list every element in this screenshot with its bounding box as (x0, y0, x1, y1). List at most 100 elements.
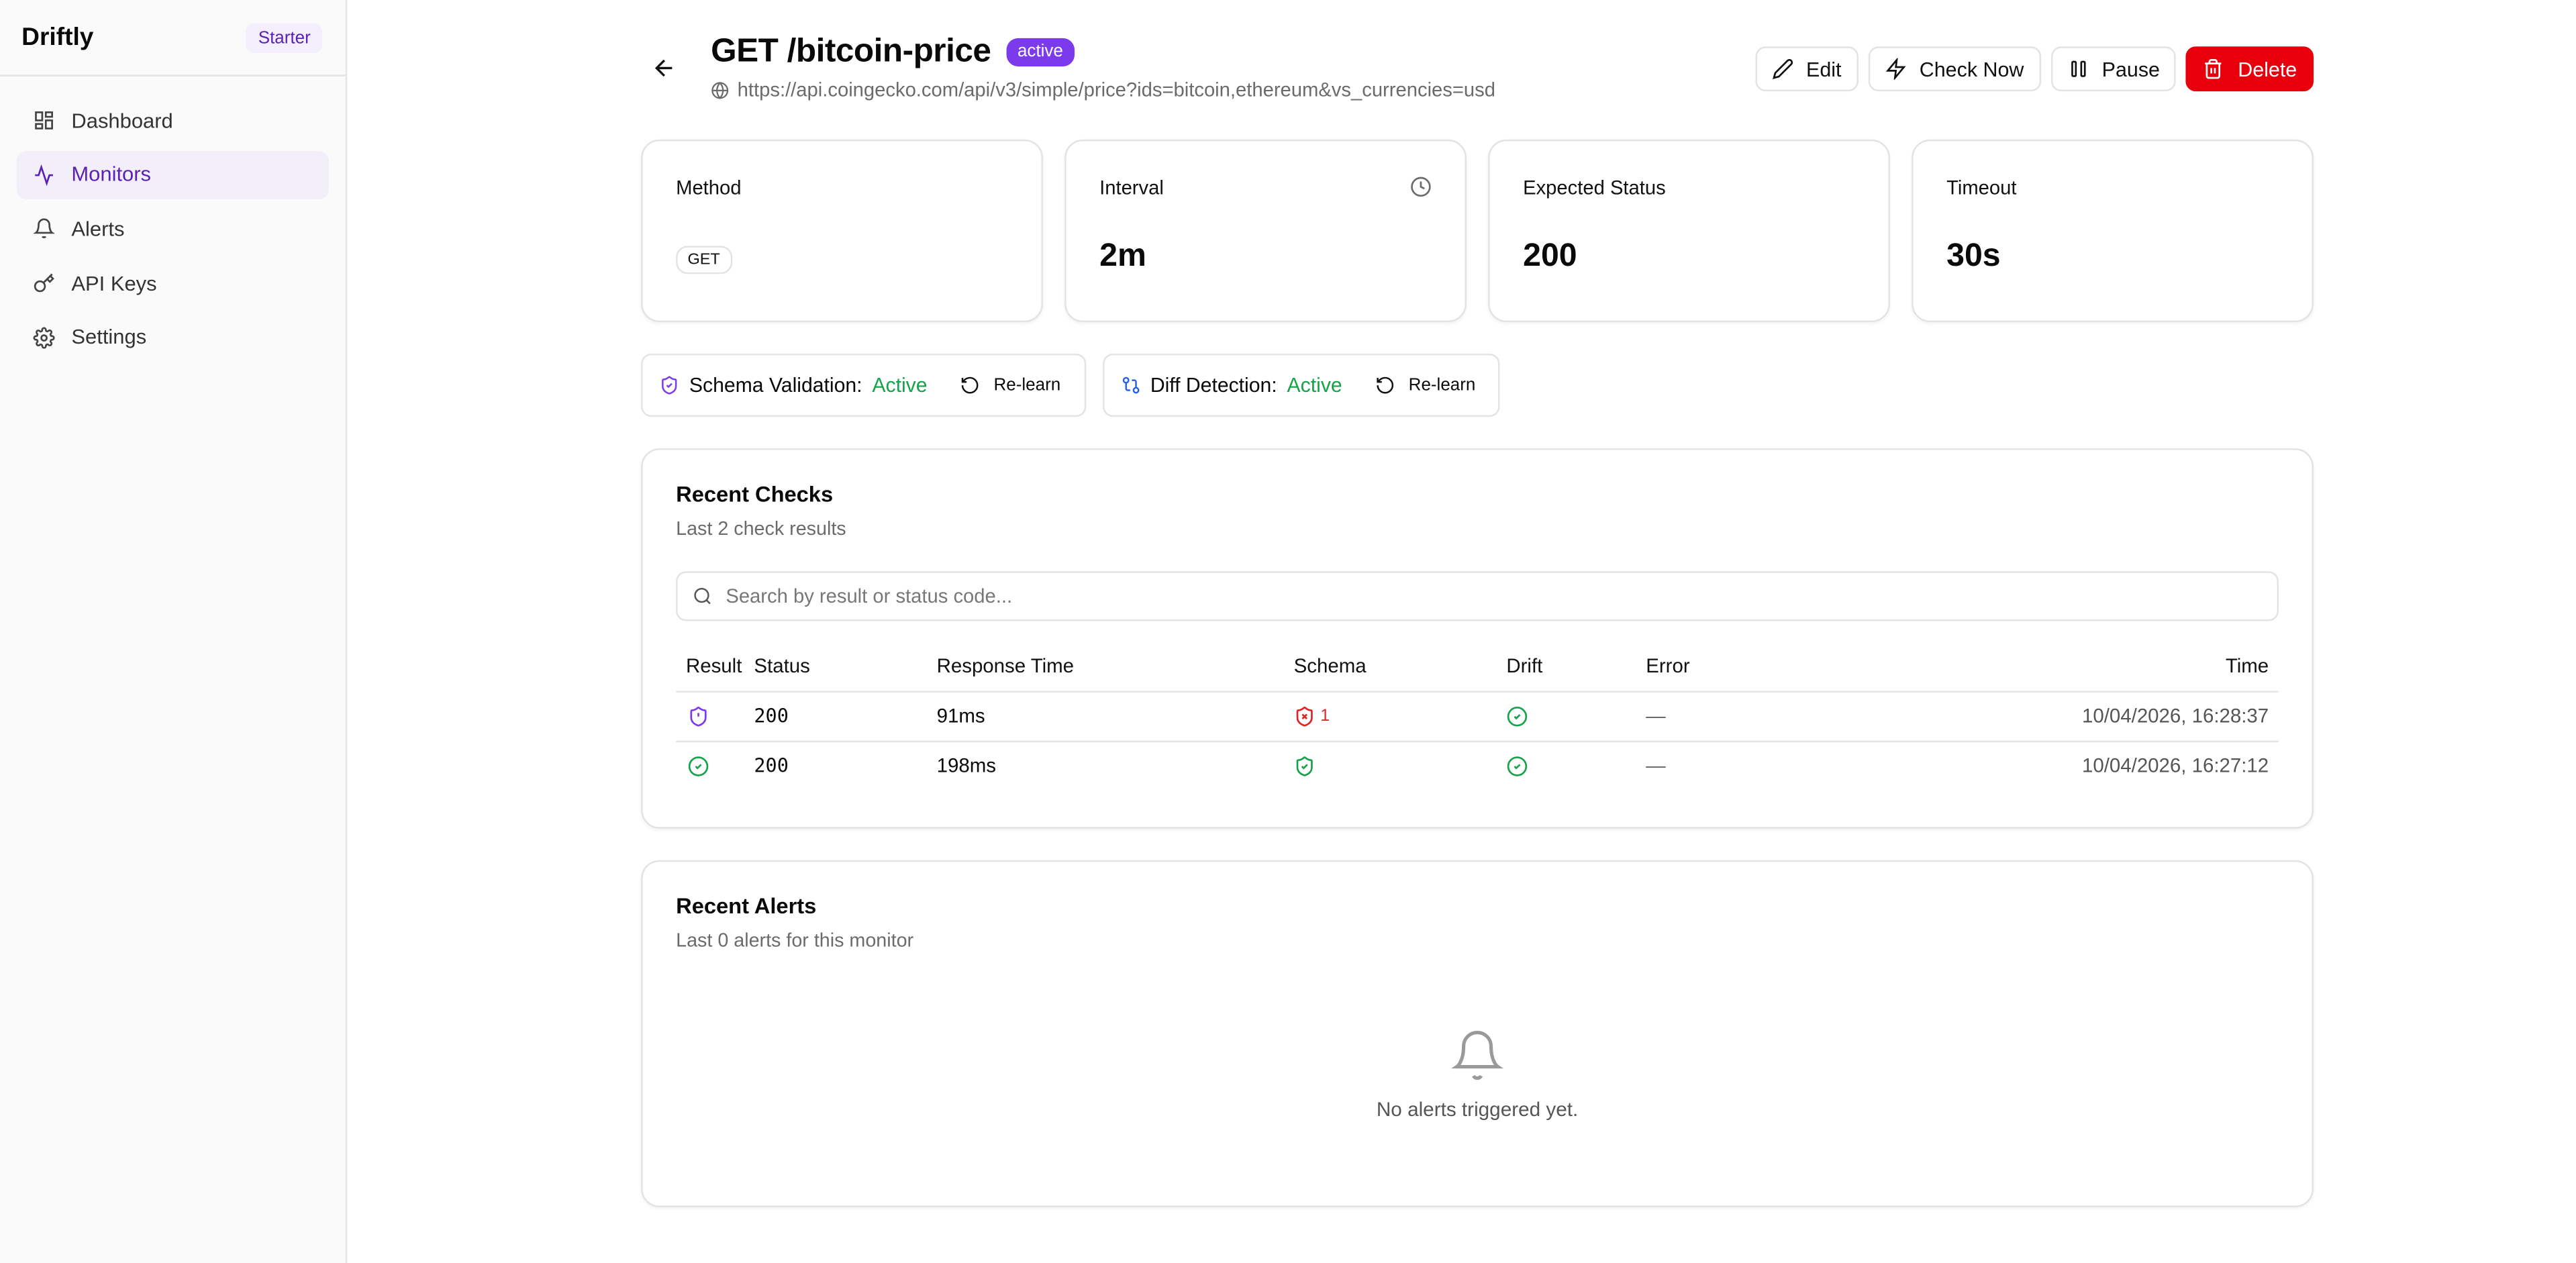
stat-value: 30s (1946, 237, 2001, 274)
check-circle-icon (1507, 757, 1528, 777)
stat-card-method: Method GET (641, 139, 1043, 323)
schema-validation-state: Active (872, 373, 928, 397)
error-cell: — (1646, 754, 1666, 778)
check-circle-icon (1507, 707, 1528, 727)
delete-button[interactable]: Delete (2186, 46, 2314, 92)
sidebar-item-dashboard[interactable]: Dashboard (17, 97, 329, 145)
gear-icon (33, 326, 55, 348)
column-header[interactable]: Result (676, 642, 754, 692)
schema-cell (1294, 741, 1507, 791)
response-time: 91ms (936, 691, 1294, 742)
check-now-button[interactable]: Check Now (1868, 46, 2041, 92)
pencil-icon (1771, 58, 1792, 80)
status-code: 200 (754, 754, 789, 778)
recent-alerts-panel: Recent Alerts Last 0 alerts for this mon… (641, 860, 2314, 1207)
activity-icon (35, 164, 53, 186)
sidebar-item-monitors[interactable]: Monitors (16, 150, 329, 199)
diff-detection-toggle: Diff Detection: Active Re-learn (1102, 354, 1501, 417)
sidebar-header: Driftly Starter (0, 0, 346, 77)
title-block: GET /bitcoin-price active https://api.co… (711, 33, 1495, 101)
stat-card-expected-status: Expected Status 200 (1488, 139, 1890, 323)
sidebar-item-api-keys[interactable]: API Keys (17, 259, 329, 307)
schema-validation-label: Schema Validation: (689, 373, 862, 397)
shield-warning-icon (690, 707, 707, 727)
diff-relearn-button[interactable]: Re-learn (1369, 375, 1482, 395)
schema-error-count: 1 (1320, 707, 1330, 726)
schema-validation-toggle: Schema Validation: Active Re-learn (641, 354, 1086, 417)
brand-logo[interactable]: Driftly (21, 23, 93, 52)
sidebar: Driftly Starter Dashboard Monitors Alert… (0, 0, 348, 1263)
refresh-icon (1377, 376, 1394, 394)
column-header[interactable]: Time (1761, 642, 2279, 692)
recent-checks-subtitle: Last 2 check results (676, 518, 846, 540)
check-now-label: Check Now (1919, 57, 2024, 81)
column-header[interactable]: Response Time (936, 642, 1294, 692)
stat-cards: Method GET Interval 2m Expected Status 2… (641, 139, 2314, 323)
pause-button[interactable]: Pause (2050, 46, 2177, 92)
stat-card-interval: Interval 2m (1064, 139, 1467, 323)
column-header[interactable]: Drift (1506, 642, 1646, 692)
table-header-row: Result Status Response Time Schema Drift… (676, 642, 2279, 692)
shield-x-icon (1296, 707, 1313, 727)
table-row[interactable]: 200 91ms 1 — 10/04/2026, 16:28:37 (676, 691, 2279, 742)
column-header[interactable]: Status (754, 642, 937, 692)
detection-toggles: Schema Validation: Active Re-learn Diff … (641, 354, 1501, 417)
recent-alerts-subtitle: Last 0 alerts for this monitor (676, 929, 914, 952)
bell-icon (33, 219, 55, 239)
trash-icon (2206, 58, 2222, 79)
recent-checks-panel: Recent Checks Last 2 check results Resul… (641, 448, 2314, 829)
edit-button[interactable]: Edit (1754, 46, 1859, 92)
stat-value: 2m (1099, 237, 1146, 274)
clock-icon (1411, 176, 1431, 197)
checks-search (676, 571, 2279, 621)
diff-icon (1122, 376, 1139, 394)
checks-table: Result Status Response Time Schema Drift… (676, 642, 2279, 791)
response-time: 198ms (936, 754, 996, 778)
stat-label: Timeout (1946, 176, 2017, 199)
column-header[interactable]: Error (1646, 642, 1762, 692)
recent-checks-title: Recent Checks (676, 481, 834, 507)
diff-detection-label: Diff Detection: (1150, 373, 1277, 397)
error-cell: — (1646, 691, 1762, 742)
search-input[interactable] (726, 585, 2263, 608)
page-title: GET /bitcoin-price (711, 33, 991, 70)
delete-label: Delete (2238, 57, 2297, 81)
empty-state: No alerts triggered yet. (676, 1028, 2279, 1121)
schema-cell: 1 (1293, 691, 1507, 742)
column-header[interactable]: Schema (1293, 642, 1507, 692)
refresh-icon (962, 376, 979, 394)
stat-value: 200 (1523, 237, 1577, 274)
table-row[interactable]: 200 198ms — 10/04/2026, 16:27:12 (676, 741, 2279, 791)
check-time: 10/04/2026, 16:27:12 (2082, 754, 2269, 778)
stat-label: Expected Status (1523, 176, 1666, 199)
schema-relearn-button[interactable]: Re-learn (954, 375, 1067, 395)
sidebar-item-label: Settings (71, 325, 147, 350)
stat-label: Method (676, 176, 742, 199)
shield-check-icon (1296, 757, 1313, 777)
check-time: 10/04/2026, 16:28:37 (1761, 691, 2279, 742)
bell-icon (1451, 1030, 1504, 1080)
stat-card-timeout: Timeout 30s (1912, 139, 2314, 323)
back-arrow-icon[interactable] (651, 55, 678, 82)
lightning-icon (1885, 58, 1905, 80)
sidebar-item-alerts[interactable]: Alerts (17, 205, 329, 253)
relearn-label: Re-learn (1408, 375, 1476, 395)
diff-detection-state: Active (1287, 373, 1342, 397)
relearn-label: Re-learn (993, 375, 1061, 395)
sidebar-item-label: Dashboard (71, 109, 173, 132)
status-code: 200 (754, 691, 937, 742)
method-chip: GET (676, 246, 732, 274)
sidebar-item-label: Monitors (71, 162, 152, 187)
edit-label: Edit (1806, 57, 1842, 81)
shield-icon (662, 376, 677, 395)
stat-label: Interval (1099, 176, 1164, 199)
sidebar-nav: Dashboard Monitors Alerts API Keys Setti… (0, 77, 346, 388)
recent-alerts-title: Recent Alerts (676, 893, 817, 919)
pause-icon (2071, 60, 2085, 77)
monitor-header: GET /bitcoin-price active https://api.co… (641, 33, 2314, 109)
sidebar-item-label: API Keys (71, 271, 157, 295)
sidebar-item-settings[interactable]: Settings (17, 313, 329, 362)
empty-state-text: No alerts triggered yet. (1376, 1097, 1579, 1121)
search-icon (694, 587, 711, 605)
dashboard-icon (35, 111, 53, 130)
